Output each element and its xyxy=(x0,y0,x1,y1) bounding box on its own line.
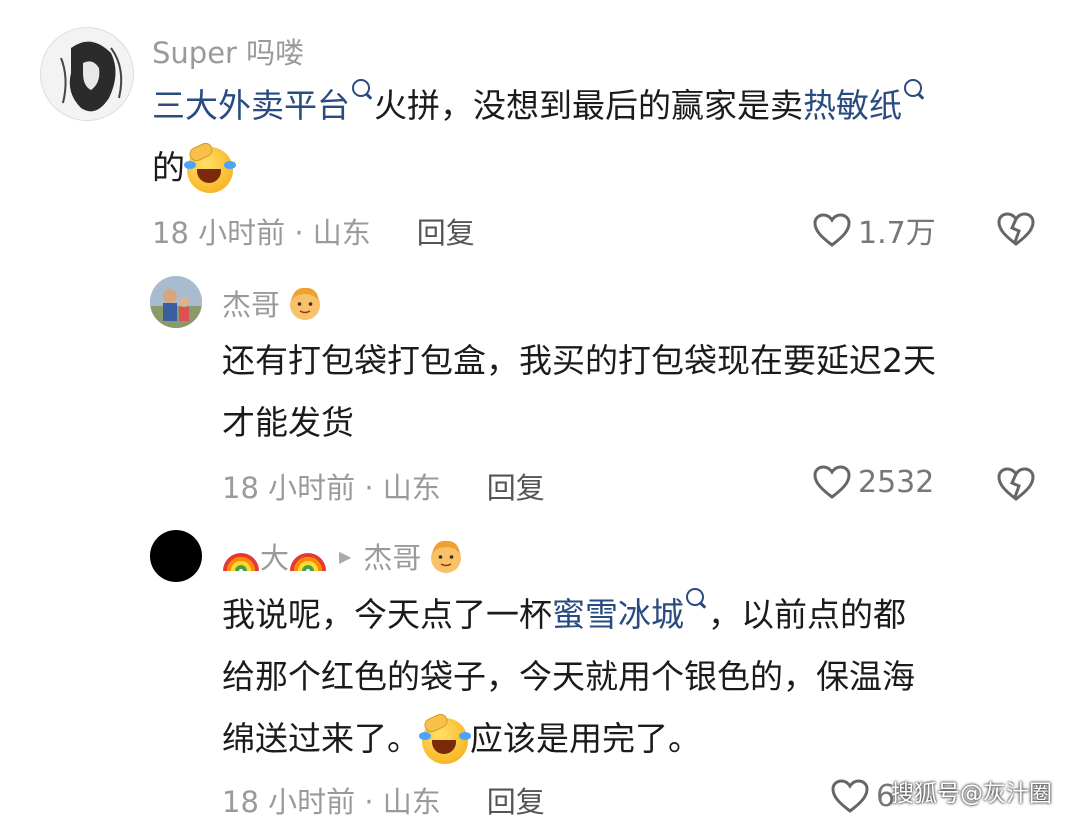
watermark: 搜狐号@灰汁圈 xyxy=(891,781,1052,807)
heart-icon xyxy=(831,779,869,813)
broken-heart-icon[interactable] xyxy=(996,466,1036,502)
topic-link-3[interactable]: 蜜雪冰城 xyxy=(552,595,684,634)
comment-1-username[interactable]: Super 吗喽 xyxy=(152,30,304,72)
broken-heart-icon[interactable] xyxy=(996,211,1036,247)
comment-1-text: 三大外卖平台 火拼，没想到最后的赢家是卖热敏纸 的 xyxy=(152,75,1052,199)
comment-1-meta: 18 小时前 · 山东 回复 xyxy=(152,210,475,252)
heart-icon xyxy=(813,213,851,247)
man-emoji-icon xyxy=(290,287,321,320)
comment-1-like-button[interactable]: 1.7万 xyxy=(812,208,936,252)
topic-link-1[interactable]: 三大外卖平台 xyxy=(152,86,350,125)
reply-to-username[interactable]: 杰哥 xyxy=(363,535,421,577)
avatar-da[interactable] xyxy=(150,530,202,582)
like-count: 1.7万 xyxy=(858,216,936,251)
comment-2-like-button[interactable]: 2532 xyxy=(812,464,934,500)
avatar-illustration xyxy=(41,28,133,120)
search-icon xyxy=(904,79,922,97)
avatar-jiege[interactable] xyxy=(150,276,202,328)
reply-arrow-icon: ▶ xyxy=(339,546,352,566)
rainbow-emoji-icon xyxy=(223,553,259,572)
laughing-emoji-icon xyxy=(184,140,236,193)
heart-icon xyxy=(813,465,851,499)
like-count: 2532 xyxy=(858,464,935,500)
comment-3-username[interactable]: 大 ▶ 杰哥 xyxy=(222,535,465,577)
rainbow-emoji-icon xyxy=(290,553,327,572)
comment-2-meta: 18 小时前 · 山东 回复 xyxy=(222,465,545,507)
reply-button[interactable]: 回复 xyxy=(417,210,475,252)
man-emoji-icon xyxy=(431,540,462,573)
search-icon xyxy=(352,79,370,97)
reply-button[interactable]: 回复 xyxy=(487,465,545,507)
comment-2-username[interactable]: 杰哥 xyxy=(222,282,324,324)
topic-link-2[interactable]: 热敏纸 xyxy=(803,86,902,125)
comment-2-text: 还有打包袋打包盒，我买的打包袋现在要延迟2天 才能发货 xyxy=(222,341,936,442)
avatar-photo xyxy=(150,276,202,328)
comment-3-meta: 18 小时前 · 山东 回复 xyxy=(222,779,545,821)
comment-3-text: 我说呢，今天点了一杯蜜雪冰城 ，以前点的都 给那个红色的袋子，今天就用个银色的，保… xyxy=(222,584,1052,770)
comment-3-like-button[interactable]: 6 xyxy=(830,778,895,814)
avatar-super[interactable] xyxy=(40,27,134,121)
search-icon xyxy=(686,588,704,606)
laughing-emoji-icon xyxy=(419,711,471,764)
reply-button[interactable]: 回复 xyxy=(487,779,545,821)
